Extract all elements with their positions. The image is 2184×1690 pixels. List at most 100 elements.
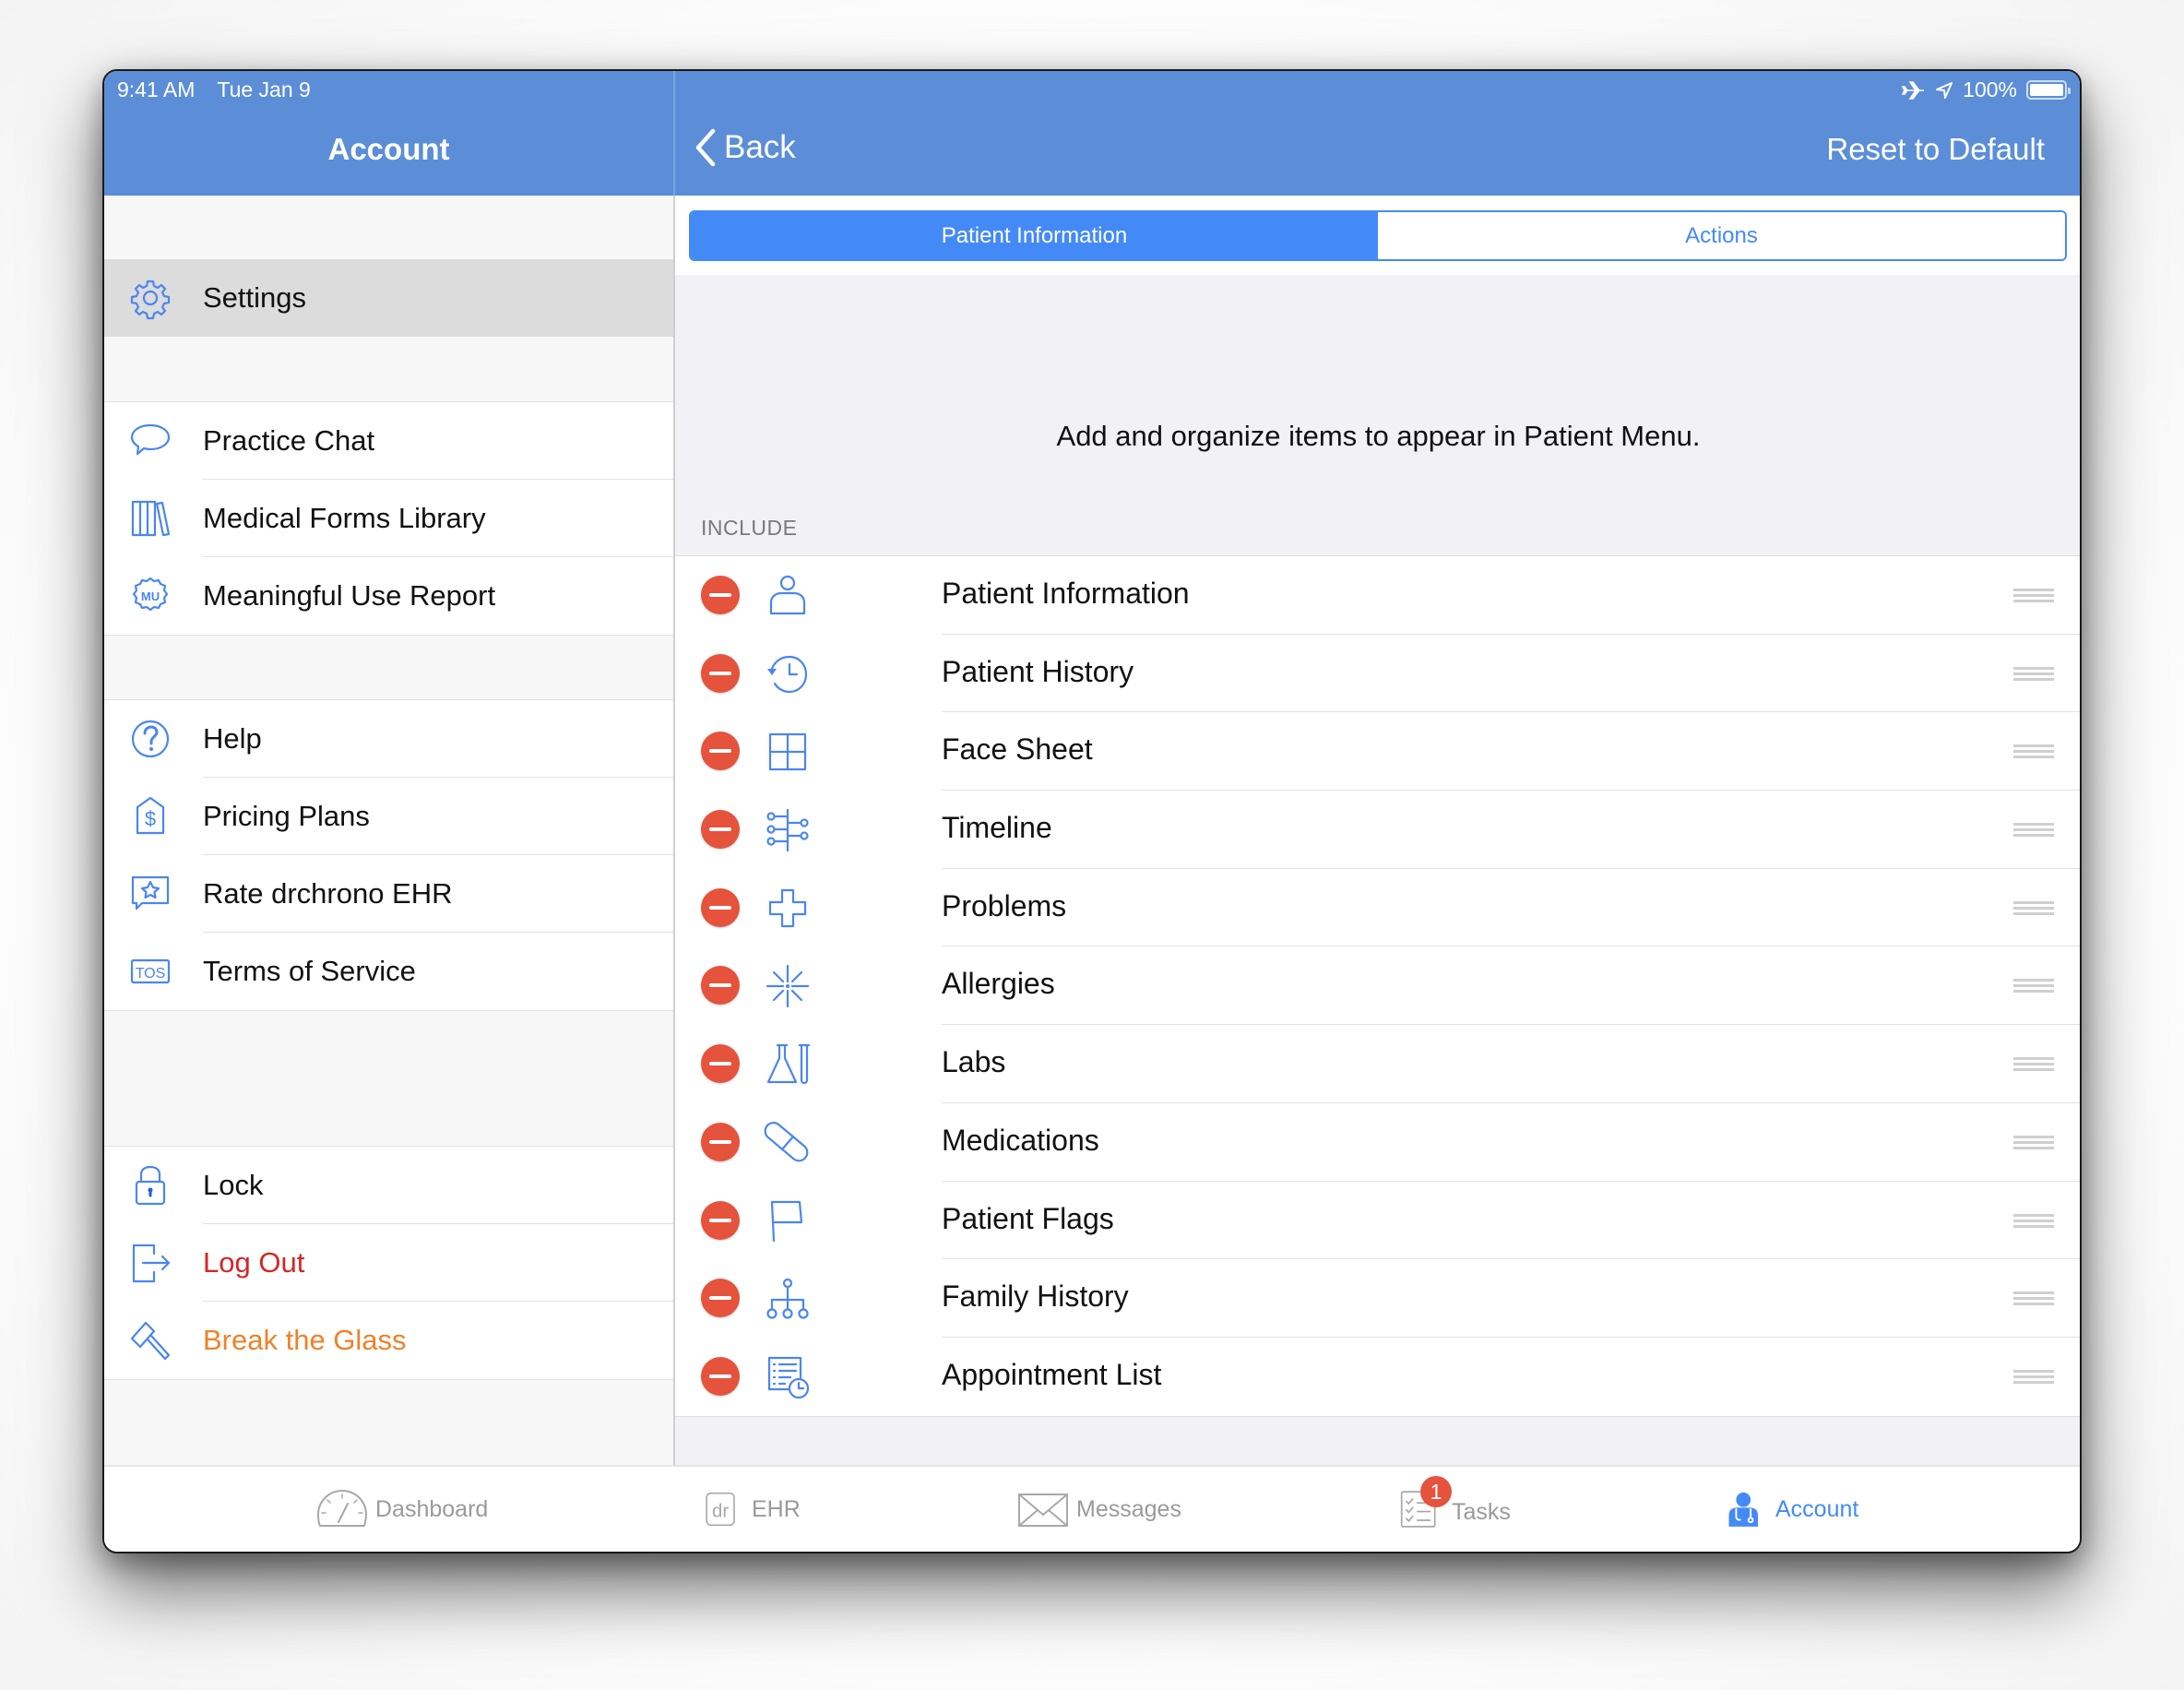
sidebar-item-pricing-plans[interactable]: $ Pricing Plans [104, 778, 673, 855]
delete-button[interactable] [701, 810, 740, 850]
tasks-badge: 1 [1420, 1476, 1452, 1507]
delete-button[interactable] [701, 1356, 740, 1396]
sidebar-item-label: Log Out [203, 1246, 305, 1279]
svg-text:dr: dr [712, 1502, 729, 1522]
svg-text:TOS: TOS [136, 966, 166, 982]
question-circle-icon [131, 720, 170, 758]
tos-icon: TOS [130, 958, 171, 984]
sidebar-item-settings[interactable]: Settings [104, 259, 673, 337]
sidebar-item-terms-of-service[interactable]: TOS Terms of Service [104, 933, 673, 1010]
star-bubble-icon [131, 875, 170, 910]
gear-icon [130, 280, 171, 320]
list-item: Patient History [675, 635, 2080, 713]
tab-account[interactable]: Account [1727, 1487, 1858, 1531]
sidebar-item-lock[interactable]: Lock [104, 1147, 673, 1224]
reorder-handle[interactable] [2013, 1291, 2054, 1306]
tab-label: Account [1775, 1495, 1859, 1522]
mu-badge-icon: MU [132, 577, 169, 612]
list-item-label: Medications [942, 1123, 1099, 1157]
reorder-handle[interactable] [2013, 1057, 2054, 1072]
tab-label: Messages [1076, 1495, 1181, 1522]
list-item: Patient Information [675, 556, 2080, 635]
back-button[interactable]: Back [694, 128, 796, 167]
status-time: 9:41 AM [117, 77, 196, 101]
delete-button[interactable] [701, 887, 740, 927]
tab-tasks[interactable]: 1 Tasks [1400, 1476, 1511, 1538]
sidebar-item-label: Meaningful Use Report [203, 579, 496, 612]
list-item: Labs [675, 1025, 2080, 1103]
delete-button[interactable] [701, 1279, 740, 1318]
sidebar-group-practice: Practice Chat Medical Forms Library MU M… [104, 401, 673, 636]
sidebar-group-settings: Settings [104, 259, 673, 337]
dr-logo-icon: dr [706, 1492, 735, 1527]
delete-button[interactable] [701, 653, 740, 693]
delete-button[interactable] [701, 1122, 740, 1161]
delete-button[interactable] [701, 732, 740, 771]
tab-dashboard[interactable]: Dashboard [316, 1487, 488, 1531]
battery-percent: 100% [1963, 77, 2017, 101]
reorder-handle[interactable] [2013, 589, 2054, 603]
sidebar-item-meaningful-use-report[interactable]: MU Meaningful Use Report [104, 557, 673, 635]
tab-label: EHR [752, 1495, 801, 1522]
list-item: Patient Flags [675, 1182, 2080, 1260]
list-item-label: Appointment List [942, 1357, 1162, 1391]
sidebar-item-rate-drchrono[interactable]: Rate drchrono EHR [104, 855, 673, 933]
tab-messages[interactable]: Messages [1017, 1487, 1181, 1531]
delete-button[interactable] [701, 966, 740, 1006]
sidebar-item-break-the-glass[interactable]: Break the Glass [104, 1302, 673, 1379]
description-text: Add and organize items to appear in Pati… [1056, 420, 1701, 452]
list-item-label: Allergies [942, 967, 1055, 1001]
reorder-handle[interactable] [2013, 979, 2054, 994]
tab-bar: Dashboard dr EHR Messages 1 Tasks Accoun… [104, 1465, 2080, 1552]
svg-text:MU: MU [141, 589, 160, 603]
status-bar-right: 100% [1901, 77, 2071, 102]
navigation-bar: 9:41 AM Tue Jan 9 100% Account Back Rese… [104, 71, 2080, 196]
tab-actions[interactable]: Actions [1378, 212, 2065, 259]
sidebar-item-practice-chat[interactable]: Practice Chat [104, 402, 673, 480]
sidebar-item-label: Practice Chat [203, 424, 375, 457]
list-item-label: Timeline [942, 811, 1052, 845]
sidebar-item-log-out[interactable]: Log Out [104, 1224, 673, 1302]
list-item: Face Sheet [675, 712, 2080, 791]
tab-label: Tasks [1452, 1499, 1511, 1525]
sidebar-item-label: Settings [203, 281, 307, 314]
allergy-burst-icon [766, 965, 810, 1008]
delete-button[interactable] [701, 1044, 740, 1084]
include-list: Patient Information Patient History Face… [675, 555, 2080, 1417]
pill-icon [764, 1121, 809, 1162]
reorder-handle[interactable] [2013, 1213, 2054, 1229]
battery-level [2030, 84, 2063, 96]
chevron-left-icon [695, 128, 716, 167]
sidebar: Settings Practice Chat Medical Forms Lib… [104, 196, 673, 1552]
svg-text:$: $ [145, 807, 156, 830]
battery-icon [2026, 80, 2071, 100]
reorder-handle[interactable] [2013, 666, 2054, 682]
reset-to-default-button[interactable]: Reset to Default [1826, 132, 2045, 167]
location-icon [1936, 81, 1953, 99]
delete-button[interactable] [701, 576, 740, 614]
list-item: Allergies [675, 946, 2080, 1026]
appointment-list-icon [767, 1356, 810, 1398]
envelope-icon [1018, 1494, 1068, 1527]
list-item: Problems [675, 869, 2080, 947]
tab-ehr[interactable]: dr EHR [704, 1487, 801, 1531]
status-bar-left: 9:41 AM Tue Jan 9 [117, 77, 327, 102]
reorder-handle[interactable] [2013, 1135, 2054, 1150]
reorder-handle[interactable] [2013, 823, 2054, 838]
tab-patient-information[interactable]: Patient Information [691, 212, 1378, 259]
reorder-handle[interactable] [2013, 744, 2054, 759]
ipad-screen: 9:41 AM Tue Jan 9 100% Account Back Rese… [102, 69, 2082, 1553]
list-item-label: Labs [942, 1045, 1006, 1079]
sidebar-item-medical-forms-library[interactable]: Medical Forms Library [104, 480, 673, 557]
reorder-handle[interactable] [2013, 1369, 2054, 1385]
flag-icon [770, 1200, 803, 1242]
lock-icon [135, 1165, 166, 1206]
grid-icon [768, 733, 807, 771]
books-icon [131, 500, 171, 537]
sidebar-item-help[interactable]: Help [104, 700, 673, 778]
reorder-handle[interactable] [2013, 900, 2054, 916]
delete-button[interactable] [701, 1200, 740, 1240]
back-label: Back [724, 129, 796, 165]
family-tree-icon [766, 1279, 809, 1319]
logout-icon [132, 1244, 171, 1283]
